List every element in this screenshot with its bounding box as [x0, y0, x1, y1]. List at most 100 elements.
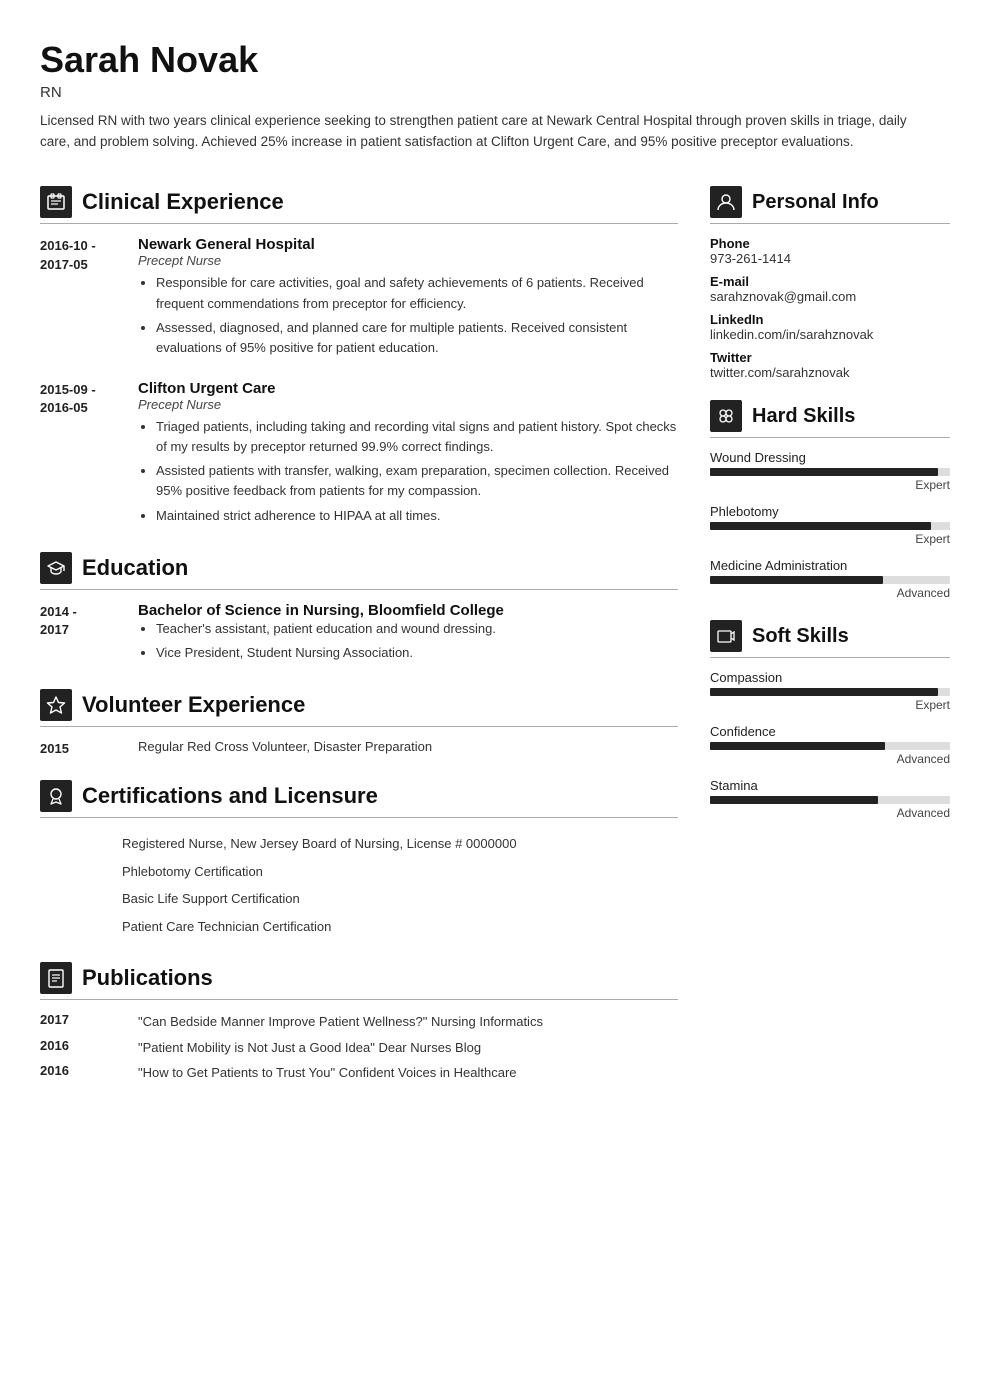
certifications-header: Certifications and Licensure: [40, 780, 678, 818]
skill-compassion-level: Expert: [710, 698, 950, 712]
skill-confidence-bar: [710, 742, 950, 750]
publications-header: Publications: [40, 962, 678, 1000]
skill-confidence-level: Advanced: [710, 752, 950, 766]
pub-text-2: "Patient Mobility is Not Just a Good Ide…: [138, 1038, 481, 1058]
exp-bullet: Triaged patients, including taking and r…: [156, 417, 678, 457]
header: Sarah Novak RN Licensed RN with two year…: [40, 40, 950, 152]
education-section: Education 2014 -2017 Bachelor of Science…: [40, 552, 678, 667]
personal-info-icon: [710, 186, 742, 218]
info-email: E-mail sarahznovak@gmail.com: [710, 274, 950, 304]
exp-bullets-clifton: Triaged patients, including taking and r…: [138, 417, 678, 526]
skill-compassion-name: Compassion: [710, 670, 950, 685]
exp-employer-newark: Newark General Hospital: [138, 236, 678, 253]
candidate-title: RN: [40, 84, 950, 101]
vol-entry: 2015 Regular Red Cross Volunteer, Disast…: [40, 739, 678, 758]
vol-date: 2015: [40, 739, 122, 758]
exp-bullet: Assessed, diagnosed, and planned care fo…: [156, 318, 678, 358]
certifications-section: Certifications and Licensure Registered …: [40, 780, 678, 940]
exp-bullet: Maintained strict adherence to HIPAA at …: [156, 506, 678, 526]
pub-date-2: 2016: [40, 1038, 122, 1058]
personal-info-title: Personal Info: [752, 191, 879, 214]
exp-role-clifton: Precept Nurse: [138, 397, 678, 412]
skill-wound-name: Wound Dressing: [710, 450, 950, 465]
left-column: Clinical Experience 2016-10 -2017-05 New…: [40, 186, 678, 1104]
certifications-title: Certifications and Licensure: [82, 783, 378, 809]
cert-entry-2: Phlebotomy Certification: [40, 858, 678, 886]
skill-wound-fill: [710, 468, 938, 476]
info-linkedin-value: linkedin.com/in/sarahznovak: [710, 327, 950, 342]
cert-entry-4: Patient Care Technician Certification: [40, 913, 678, 941]
soft-skills-section: Soft Skills Compassion Expert Confidence…: [710, 620, 950, 820]
exp-bullets-newark: Responsible for care activities, goal an…: [138, 273, 678, 358]
vol-content: Regular Red Cross Volunteer, Disaster Pr…: [138, 739, 678, 758]
skill-confidence: Confidence Advanced: [710, 724, 950, 766]
edu-date: 2014 -2017: [40, 602, 122, 667]
info-linkedin-label: LinkedIn: [710, 312, 950, 327]
info-linkedin: LinkedIn linkedin.com/in/sarahznovak: [710, 312, 950, 342]
skill-stamina-name: Stamina: [710, 778, 950, 793]
candidate-name: Sarah Novak: [40, 40, 950, 80]
volunteer-title: Volunteer Experience: [82, 692, 305, 718]
pub-entry-2: 2016 "Patient Mobility is Not Just a Goo…: [40, 1038, 678, 1058]
exp-date-clifton: 2015-09 -2016-05: [40, 380, 122, 530]
skill-compassion: Compassion Expert: [710, 670, 950, 712]
exp-employer-clifton: Clifton Urgent Care: [138, 380, 678, 397]
skill-medicine-admin: Medicine Administration Advanced: [710, 558, 950, 600]
info-phone-label: Phone: [710, 236, 950, 251]
volunteer-header: Volunteer Experience: [40, 689, 678, 727]
edu-bullet: Vice President, Student Nursing Associat…: [156, 643, 678, 663]
skill-stamina-level: Advanced: [710, 806, 950, 820]
skill-stamina: Stamina Advanced: [710, 778, 950, 820]
info-twitter: Twitter twitter.com/sarahznovak: [710, 350, 950, 380]
skill-stamina-fill: [710, 796, 878, 804]
info-phone: Phone 973-261-1414: [710, 236, 950, 266]
soft-skills-title: Soft Skills: [752, 625, 849, 648]
volunteer-icon: [40, 689, 72, 721]
info-phone-value: 973-261-1414: [710, 251, 950, 266]
skill-phlebotomy: Phlebotomy Expert: [710, 504, 950, 546]
clinical-experience-header: Clinical Experience: [40, 186, 678, 224]
personal-info-section: Personal Info Phone 973-261-1414 E-mail …: [710, 186, 950, 380]
edu-content: Bachelor of Science in Nursing, Bloomfie…: [138, 602, 678, 667]
skill-medicine-level: Advanced: [710, 586, 950, 600]
skill-confidence-fill: [710, 742, 885, 750]
clinical-experience-title: Clinical Experience: [82, 189, 284, 215]
clinical-icon: [40, 186, 72, 218]
skill-medicine-name: Medicine Administration: [710, 558, 950, 573]
skill-phlebotomy-level: Expert: [710, 532, 950, 546]
skill-compassion-bar: [710, 688, 950, 696]
publications-icon: [40, 962, 72, 994]
publications-section: Publications 2017 "Can Bedside Manner Im…: [40, 962, 678, 1083]
vol-description: Regular Red Cross Volunteer, Disaster Pr…: [138, 739, 678, 754]
certifications-icon: [40, 780, 72, 812]
hard-skills-header: Hard Skills: [710, 400, 950, 438]
pub-entry-3: 2016 "How to Get Patients to Trust You" …: [40, 1063, 678, 1083]
main-layout: Clinical Experience 2016-10 -2017-05 New…: [40, 186, 950, 1104]
hard-skills-icon: [710, 400, 742, 432]
publications-title: Publications: [82, 965, 213, 991]
clinical-experience-section: Clinical Experience 2016-10 -2017-05 New…: [40, 186, 678, 529]
pub-date-3: 2016: [40, 1063, 122, 1083]
edu-entry: 2014 -2017 Bachelor of Science in Nursin…: [40, 602, 678, 667]
skill-wound-dressing: Wound Dressing Expert: [710, 450, 950, 492]
info-email-label: E-mail: [710, 274, 950, 289]
exp-bullet: Assisted patients with transfer, walking…: [156, 461, 678, 501]
skill-medicine-bar: [710, 576, 950, 584]
cert-entry-3: Basic Life Support Certification: [40, 885, 678, 913]
skill-medicine-fill: [710, 576, 883, 584]
soft-skills-icon: [710, 620, 742, 652]
pub-text-1: "Can Bedside Manner Improve Patient Well…: [138, 1012, 543, 1032]
pub-date-1: 2017: [40, 1012, 122, 1032]
exp-bullet: Responsible for care activities, goal an…: [156, 273, 678, 313]
hard-skills-title: Hard Skills: [752, 405, 855, 428]
exp-content-clifton: Clifton Urgent Care Precept Nurse Triage…: [138, 380, 678, 530]
pub-text-3: "How to Get Patients to Trust You" Confi…: [138, 1063, 517, 1083]
right-column: Personal Info Phone 973-261-1414 E-mail …: [710, 186, 950, 1104]
pub-entry-1: 2017 "Can Bedside Manner Improve Patient…: [40, 1012, 678, 1032]
info-email-value: sarahznovak@gmail.com: [710, 289, 950, 304]
skill-wound-bar: [710, 468, 950, 476]
candidate-summary: Licensed RN with two years clinical expe…: [40, 111, 910, 153]
exp-date-newark: 2016-10 -2017-05: [40, 236, 122, 362]
hard-skills-section: Hard Skills Wound Dressing Expert Phlebo…: [710, 400, 950, 600]
soft-skills-header: Soft Skills: [710, 620, 950, 658]
